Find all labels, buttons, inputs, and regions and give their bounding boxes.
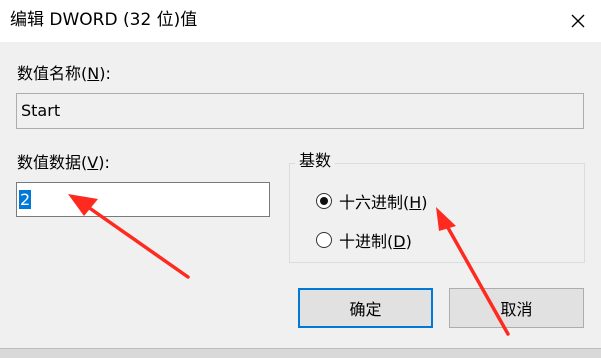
value-data-text: 2 <box>19 190 32 209</box>
radio-decimal-label: 十进制(D) <box>339 232 412 251</box>
value-name-label: 数值名称(N): <box>17 64 111 83</box>
edit-dword-dialog: 编辑 DWORD (32 位)值 数值名称(N): Start 数值数据(V):… <box>0 0 601 348</box>
radio-hexadecimal-label: 十六进制(H) <box>339 193 428 212</box>
radio-decimal[interactable]: 十进制(D) <box>316 228 412 252</box>
radio-hexadecimal-indicator[interactable] <box>316 193 332 209</box>
radio-hexadecimal[interactable]: 十六进制(H) <box>316 189 428 213</box>
base-group-title: 基数 <box>295 151 336 171</box>
close-icon <box>571 14 585 28</box>
value-data-label: 数值数据(V): <box>17 153 110 172</box>
cancel-button[interactable]: 取消 <box>449 288 584 328</box>
radio-decimal-indicator[interactable] <box>316 232 332 248</box>
value-name-field: Start <box>16 93 584 129</box>
ok-button[interactable]: 确定 <box>298 288 433 328</box>
dialog-title: 编辑 DWORD (32 位)值 <box>10 10 198 30</box>
title-bar: 编辑 DWORD (32 位)值 <box>0 0 601 42</box>
close-button[interactable] <box>555 0 601 42</box>
value-data-input[interactable]: 2 <box>16 182 270 217</box>
